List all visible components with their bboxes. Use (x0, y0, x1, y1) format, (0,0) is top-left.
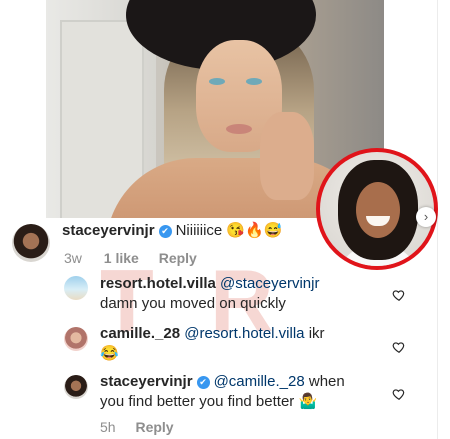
comment-text: when (308, 373, 345, 390)
like-count[interactable]: 1 like (104, 250, 139, 266)
comment-time: 3w (64, 250, 82, 266)
mention-link[interactable]: @camille._28 (214, 373, 305, 390)
reply-staceyervinjr: staceyervinjr ✔ @camille._28 when (100, 372, 345, 392)
mention-link[interactable]: @resort.hotel.villa (184, 325, 304, 342)
comment-time: 5h (100, 419, 116, 435)
chevron-right-icon[interactable]: › (416, 207, 436, 227)
avatar[interactable] (64, 327, 88, 351)
comment-text: damn you moved on quickly (100, 295, 286, 312)
comment-text: Niiiiiice (175, 222, 223, 239)
comment-username[interactable]: camille._28 (100, 325, 180, 342)
comment-emojis: 🤷‍♂️ (298, 393, 318, 410)
verified-badge-icon: ✔ (158, 225, 172, 238)
comment-staceyervinjr: staceyervinjr ✔ Niiiiiice 😘🔥😅 (62, 221, 282, 241)
comment-meta: 3w 1 like Reply (64, 250, 197, 266)
verified-badge-icon: ✔ (196, 376, 210, 389)
heart-icon[interactable] (392, 288, 406, 302)
avatar[interactable] (12, 224, 50, 262)
comment-emojis: 😂 (100, 345, 119, 362)
heart-icon[interactable] (392, 340, 406, 354)
reply-camille: camille._28 @resort.hotel.villa ikr (100, 324, 325, 344)
comment-meta: 5h Reply (100, 419, 174, 435)
mention-link[interactable]: @staceyervinjr (220, 275, 319, 292)
reply-button[interactable]: Reply (159, 250, 197, 266)
avatar[interactable] (64, 276, 88, 300)
avatar[interactable] (64, 375, 88, 399)
right-gutter (437, 0, 450, 439)
comment-text-line2: you find better you find better 🤷‍♂️ (100, 393, 318, 410)
heart-icon[interactable] (392, 387, 406, 401)
comment-text: ikr (308, 325, 325, 342)
reply-button[interactable]: Reply (135, 419, 173, 435)
comment-emojis: 😘🔥😅 (226, 222, 283, 239)
comment-username[interactable]: resort.hotel.villa (100, 275, 216, 292)
comment-username[interactable]: staceyervinjr (100, 373, 193, 390)
comment-username[interactable]: staceyervinjr (62, 222, 155, 239)
reply-resort: resort.hotel.villa @staceyervinjr (100, 274, 319, 294)
